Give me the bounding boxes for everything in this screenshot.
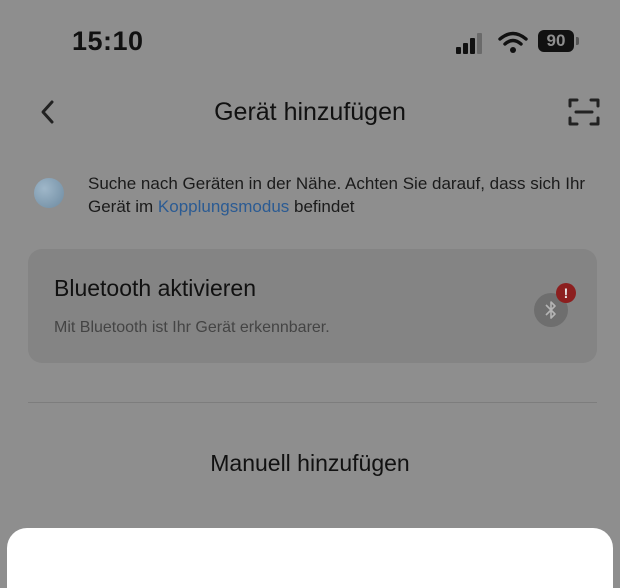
bluetooth-card-subtitle: Mit Bluetooth ist Ihr Gerät erkennbarer. xyxy=(54,319,330,336)
battery-tip xyxy=(576,37,579,45)
battery-icon: 90 xyxy=(538,30,574,52)
bottom-sheet xyxy=(7,528,613,588)
alert-badge: ! xyxy=(556,283,576,303)
divider xyxy=(28,402,597,403)
page-title: Gerät hinzufügen xyxy=(214,98,406,126)
search-hint: Suche nach Geräten in der Nähe. Achten S… xyxy=(88,172,608,218)
status-time: 15:10 xyxy=(72,26,144,56)
wifi-icon xyxy=(498,30,528,54)
bluetooth-card-title: Bluetooth aktivieren xyxy=(54,275,257,301)
manual-add-button[interactable]: Manuell hinzufügen xyxy=(0,450,620,477)
bluetooth-card[interactable]: Bluetooth aktivieren Mit Bluetooth ist I… xyxy=(28,249,597,363)
search-hint-suffix: befindet xyxy=(289,197,355,216)
status-bar: 15:10 90 xyxy=(0,0,620,80)
nav-bar: Gerät hinzufügen xyxy=(0,82,620,142)
scan-icon[interactable] xyxy=(566,96,602,128)
search-status: Suche nach Geräten in der Nähe. Achten S… xyxy=(34,172,594,222)
pairing-mode-link[interactable]: Kopplungsmodus xyxy=(158,197,289,216)
cellular-signal-icon xyxy=(456,32,486,54)
searching-spinner-icon xyxy=(34,178,64,208)
